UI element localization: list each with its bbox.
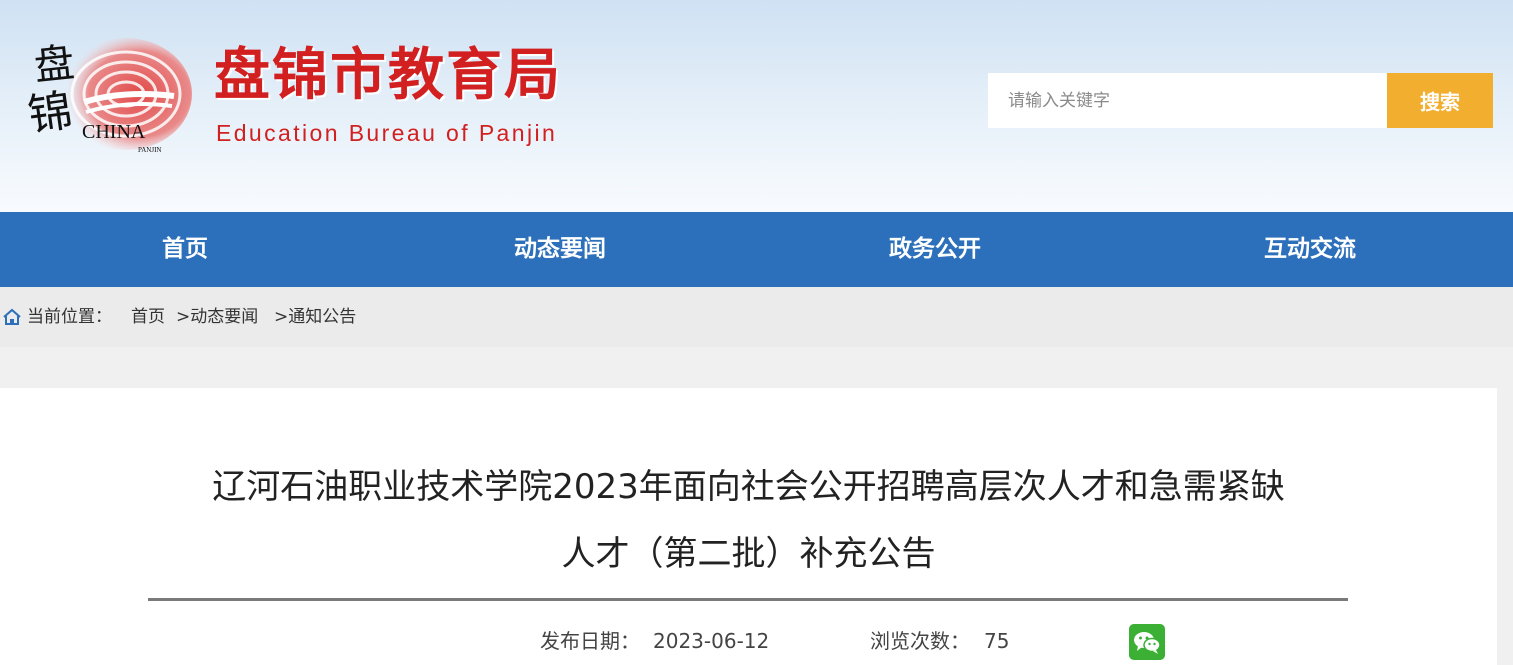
logo-text: CHINA: [82, 121, 146, 143]
site-header: 盘 锦 CHINA PANJIN 盘锦市教育局 Education Bureau…: [0, 0, 1513, 212]
logo-subtext: PANJIN: [138, 146, 161, 154]
home-icon: [3, 308, 21, 325]
title-divider: [148, 598, 1348, 601]
main-nav: 首页 动态要闻 政务公开 互动交流: [0, 212, 1513, 287]
site-title: 盘锦市教育局: [214, 43, 562, 108]
panjin-logo[interactable]: 盘 锦 CHINA PANJIN: [14, 32, 194, 156]
publish-date-label: 发布日期：: [540, 629, 640, 653]
nav-item-home[interactable]: 首页: [65, 212, 305, 287]
page-gutter: [1497, 388, 1513, 665]
article-panel: [0, 388, 1497, 665]
wechat-icon[interactable]: [1129, 624, 1165, 660]
article-title-line-1: 辽河石油职业技术学院2023年面向社会公开招聘高层次人才和急需紧缺: [212, 467, 1285, 507]
breadcrumb-link-notices[interactable]: >通知公告: [274, 287, 356, 347]
logo-glyph-top: 盘: [32, 40, 77, 90]
view-count: 75: [984, 629, 1010, 653]
search-button[interactable]: 搜索: [1387, 73, 1493, 128]
nav-item-government[interactable]: 政务公开: [815, 212, 1055, 287]
nav-item-interaction[interactable]: 互动交流: [1190, 212, 1430, 287]
article-title-line-2: 人才（第二批）补充公告: [561, 534, 936, 574]
publish-date: 2023-06-12: [653, 629, 770, 653]
view-count-label: 浏览次数：: [870, 629, 970, 653]
search-input[interactable]: [988, 73, 1387, 128]
breadcrumb: 当前位置： 首页 >动态要闻 >通知公告: [0, 287, 1513, 347]
breadcrumb-link-news[interactable]: >动态要闻: [176, 287, 258, 347]
site-subtitle: Education Bureau of Panjin: [216, 120, 558, 146]
breadcrumb-prefix: 当前位置：: [27, 307, 112, 327]
nav-item-news[interactable]: 动态要闻: [440, 212, 680, 287]
breadcrumb-link-home[interactable]: 首页: [131, 287, 165, 347]
logo-glyph-bottom: 锦: [25, 85, 76, 142]
